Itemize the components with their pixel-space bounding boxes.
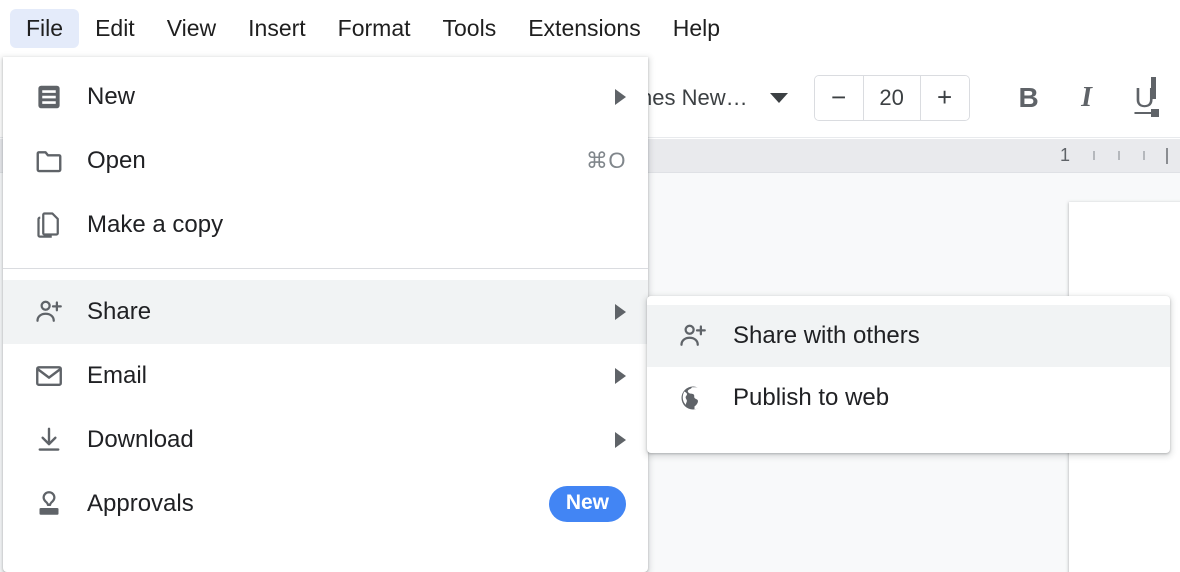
toolbar-overflow-dot: [1151, 109, 1159, 117]
chevron-down-icon[interactable]: [770, 93, 788, 103]
ruler-tick: [1118, 151, 1120, 160]
menu-item-edit[interactable]: Edit: [79, 9, 151, 47]
file-menu-item-new[interactable]: New: [3, 65, 648, 129]
folder-icon: [31, 143, 67, 179]
file-menu-item-share-label: Share: [87, 298, 151, 326]
file-menu-item-email[interactable]: Email: [3, 344, 648, 408]
submenu-arrow-icon: [615, 304, 626, 320]
file-menu-item-download-label: Download: [87, 426, 194, 454]
copy-icon: [31, 207, 67, 243]
file-menu-item-open[interactable]: Open ⌘O: [3, 129, 648, 193]
share-submenu: Share with others Publish to web: [647, 296, 1170, 453]
file-menu-item-approvals-label: Approvals: [87, 490, 194, 518]
ruler-tick: [1143, 151, 1145, 160]
ruler-tick: [1093, 151, 1095, 160]
globe-icon: [675, 380, 711, 416]
font-size-stepper[interactable]: − 20 +: [814, 75, 970, 121]
menu-bar: File Edit View Insert Format Tools Exten…: [0, 0, 1180, 57]
italic-button[interactable]: I: [1062, 73, 1112, 123]
menu-item-tools[interactable]: Tools: [427, 9, 513, 47]
file-menu-item-share[interactable]: Share: [3, 280, 648, 344]
file-menu-item-make-a-copy-label: Make a copy: [87, 211, 223, 239]
menu-item-view[interactable]: View: [151, 9, 232, 47]
submenu-arrow-icon: [615, 89, 626, 105]
person-add-icon: [675, 318, 711, 354]
toolbar-right-group: nes New… − 20 + B I U: [640, 57, 1170, 138]
share-submenu-item-publish-to-web[interactable]: Publish to web: [647, 367, 1170, 429]
menu-item-extensions[interactable]: Extensions: [512, 9, 657, 47]
increase-font-size-button[interactable]: +: [921, 76, 969, 120]
submenu-arrow-icon: [615, 432, 626, 448]
menu-item-format[interactable]: Format: [322, 9, 427, 47]
person-add-icon: [31, 294, 67, 330]
file-menu-item-make-a-copy[interactable]: Make a copy: [3, 193, 648, 257]
menu-item-help[interactable]: Help: [657, 9, 736, 47]
ruler-marker-1: 1: [1060, 145, 1070, 166]
menu-divider: [3, 268, 648, 269]
ruler-tick-major: [1166, 148, 1168, 164]
stamp-icon: [31, 486, 67, 522]
share-submenu-item-share-with-others[interactable]: Share with others: [647, 305, 1170, 367]
share-submenu-item-share-with-others-label: Share with others: [733, 322, 920, 350]
bold-button[interactable]: B: [1004, 73, 1054, 123]
file-menu-item-download[interactable]: Download: [3, 408, 648, 472]
share-submenu-item-publish-to-web-label: Publish to web: [733, 384, 889, 412]
toolbar-overflow-marker: [1151, 77, 1156, 99]
submenu-arrow-icon: [615, 368, 626, 384]
decrease-font-size-button[interactable]: −: [815, 76, 863, 120]
download-icon: [31, 422, 67, 458]
underline-button[interactable]: U: [1120, 73, 1170, 123]
status-badge-new: New: [549, 486, 626, 521]
font-size-input[interactable]: 20: [863, 76, 921, 120]
file-menu-item-open-shortcut: ⌘O: [586, 148, 626, 174]
menu-item-insert[interactable]: Insert: [232, 9, 322, 47]
file-menu-dropdown: New Open ⌘O Make a copy: [3, 57, 648, 572]
file-menu-item-approvals[interactable]: Approvals New: [3, 472, 648, 536]
file-menu-item-open-label: Open: [87, 147, 146, 175]
menu-item-file[interactable]: File: [10, 9, 79, 47]
new-document-icon: [31, 79, 67, 115]
font-family-label[interactable]: nes New…: [640, 85, 748, 111]
file-menu-item-email-label: Email: [87, 362, 147, 390]
envelope-icon: [31, 358, 67, 394]
file-menu-item-new-label: New: [87, 83, 135, 111]
docs-editor-window: 1 nes New… − 20 + B I U File Edit View I…: [0, 0, 1180, 572]
